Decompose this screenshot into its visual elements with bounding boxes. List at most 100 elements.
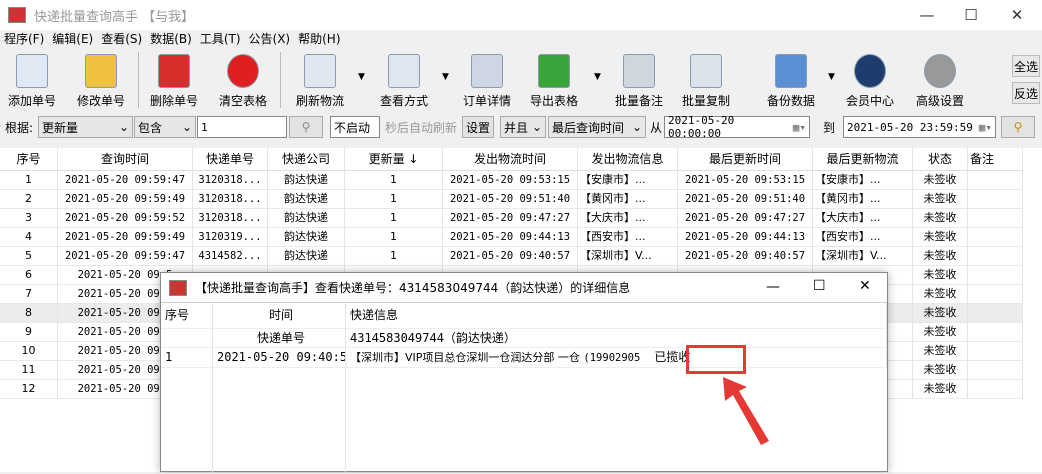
col-header[interactable]: 快递信息	[346, 303, 887, 329]
table-row[interactable]: 1 2021-05-20 09:59:47 3120318... 韵达快递 1 2021-…	[0, 171, 1023, 190]
table-row[interactable]: 3 2021-05-20 09:59:52 3120318... 韵达快递 1 2021-…	[0, 209, 1023, 228]
table-cell	[968, 247, 1023, 266]
operator-select[interactable]: 包含 ⌄	[134, 116, 196, 138]
column-header[interactable]: 快递单号	[193, 148, 268, 171]
refresh-list-icon	[304, 54, 336, 88]
column-header[interactable]: 状态	[913, 148, 968, 171]
menu-item[interactable]: 帮助(H)	[298, 30, 340, 48]
toolbar-button-0[interactable]: 添加单号	[4, 54, 60, 109]
search-button[interactable]: ⚲	[289, 116, 323, 138]
toolbar-button-8[interactable]: 批量备注	[610, 54, 668, 109]
column-header[interactable]: 查询时间	[58, 148, 193, 171]
select-all-button[interactable]: 全选	[1012, 55, 1040, 77]
window-title: 快递批量查询高手 【与我】	[34, 9, 195, 25]
toolbar-button-5[interactable]: 查看方式	[372, 54, 436, 109]
toolbar-label: 批量复制	[681, 94, 730, 108]
edit-pencil-icon	[85, 54, 117, 88]
basis-select[interactable]: 更新量 ⌄	[38, 116, 133, 138]
toolbar-button-12[interactable]: 高级设置	[908, 54, 972, 109]
table-cell: 未签收	[913, 285, 968, 304]
date-search-button[interactable]: ⚲	[1001, 116, 1035, 138]
dropdown-arrow-icon[interactable]: ▼	[442, 72, 449, 82]
toolbar-label: 清空表格	[218, 94, 267, 108]
table-cell: 2021-05-20 09:51:40	[443, 190, 578, 209]
table-row[interactable]: 2 2021-05-20 09:59:49 3120318... 韵达快递 1 2021-…	[0, 190, 1023, 209]
toolbar-button-10[interactable]: 备份数据	[760, 54, 822, 109]
close-button[interactable]: ✕	[994, 0, 1040, 30]
toolbar-label: 刷新物流	[295, 94, 344, 108]
menu-item[interactable]: 工具(T)	[200, 30, 241, 48]
filter-value-input[interactable]: 1	[197, 116, 287, 138]
table-cell: 4314582...	[193, 247, 268, 266]
to-date-input[interactable]: 2021-05-20 23:59:59 ▦▾	[843, 116, 996, 138]
table-cell: 3	[0, 209, 58, 228]
time-field-select[interactable]: 最后查询时间 ⌄	[548, 116, 646, 138]
settings-button[interactable]: 设置	[462, 116, 495, 138]
column-header[interactable]: 备注	[968, 148, 1023, 171]
toolbar-button-3[interactable]: 清空表格	[214, 54, 272, 109]
table-row[interactable]: 4 2021-05-20 09:59:49 3120319... 韵达快递 1 2021-…	[0, 228, 1023, 247]
toolbar-button-2[interactable]: 删除单号	[146, 54, 202, 109]
toolbar-button-9[interactable]: 批量复制	[676, 54, 736, 109]
toolbar-button-1[interactable]: 修改单号	[72, 54, 130, 109]
detail-row[interactable]: 1 2021-05-20 09:40:56 【深圳市】VIP项目总仓深圳一仓润达…	[161, 348, 887, 368]
menu-item[interactable]: 公告(X)	[249, 30, 291, 48]
basis-value: 更新量	[42, 120, 79, 135]
dropdown-arrow-icon[interactable]: ▼	[594, 72, 601, 82]
column-header[interactable]: 最后更新时间	[678, 148, 813, 171]
toolbar-button-4[interactable]: 刷新物流	[290, 54, 350, 109]
from-date-value: 2021-05-20 00:00:00	[668, 114, 735, 140]
table-cell: 7	[0, 285, 58, 304]
calendar-icon[interactable]: ▦▾	[979, 121, 992, 134]
maximize-button[interactable]: ☐	[948, 0, 994, 30]
order-detail-icon	[471, 54, 503, 88]
chevron-down-icon: ⌄	[631, 120, 642, 134]
to-date-value: 2021-05-20 23:59:59	[847, 120, 973, 134]
from-date-input[interactable]: 2021-05-20 00:00:00 ▦▾	[664, 114, 810, 140]
detail-status: 已揽收	[654, 350, 691, 364]
dialog-minimize-button[interactable]: —	[766, 279, 780, 295]
column-header[interactable]: 最后更新物流	[813, 148, 913, 171]
table-cell: 8	[0, 304, 58, 323]
column-header[interactable]: 序号	[0, 148, 58, 171]
logic-select[interactable]: 并且 ⌄	[500, 116, 546, 138]
table-cell	[968, 266, 1023, 285]
menu-item[interactable]: 程序(F)	[4, 30, 44, 48]
table-cell: 1	[345, 209, 443, 228]
dropdown-arrow-icon[interactable]: ▼	[358, 72, 365, 82]
column-header[interactable]: 快递公司	[268, 148, 345, 171]
table-cell: 未签收	[913, 323, 968, 342]
dialog-title-bar: 【快递批量查询高手】查看快递单号：4314583049744（韵达快递）的详细信…	[161, 273, 887, 303]
empty-cell	[161, 329, 213, 348]
menu-item[interactable]: 数据(B)	[150, 30, 192, 48]
auto-refresh-input[interactable]: 不启动	[330, 116, 380, 138]
dialog-maximize-button[interactable]: ☐	[813, 278, 826, 294]
toolbar-separator	[280, 52, 281, 108]
minimize-button[interactable]: —	[904, 0, 950, 30]
toolbar-button-6[interactable]: 订单详情	[458, 54, 516, 109]
column-header[interactable]: 发出物流信息	[578, 148, 678, 171]
table-cell: 2021-05-20 09:59:49	[58, 190, 193, 209]
col-header[interactable]: 序号	[161, 303, 213, 329]
table-cell	[968, 209, 1023, 228]
table-cell: 韵达快递	[268, 171, 345, 190]
table-cell: 2021-05-20 09:40:57	[678, 247, 813, 266]
tracking-number-label: 快递单号	[213, 329, 346, 348]
table-cell	[968, 342, 1023, 361]
menu-item[interactable]: 查看(S)	[101, 30, 142, 48]
column-header[interactable]: 更新量 ↓	[345, 148, 443, 171]
toolbar-button-7[interactable]: 导出表格	[524, 54, 584, 109]
menu-item[interactable]: 编辑(E)	[52, 30, 93, 48]
table-row[interactable]: 5 2021-05-20 09:59:47 4314582... 韵达快递 1 2021-…	[0, 247, 1023, 266]
table-cell: 【西安市】...	[578, 228, 678, 247]
col-header[interactable]: 时间	[213, 303, 346, 329]
calendar-icon[interactable]: ▦▾	[793, 121, 806, 134]
dialog-close-button[interactable]: ✕	[859, 278, 871, 294]
toolbar-button-11[interactable]: 会员中心	[842, 54, 898, 109]
table-cell: 未签收	[913, 228, 968, 247]
table-cell: 【大庆市】...	[813, 209, 913, 228]
clear-red-x-icon	[227, 54, 259, 88]
invert-selection-button[interactable]: 反选	[1012, 82, 1040, 104]
dropdown-arrow-icon[interactable]: ▼	[828, 72, 835, 82]
column-header[interactable]: 发出物流时间	[443, 148, 578, 171]
